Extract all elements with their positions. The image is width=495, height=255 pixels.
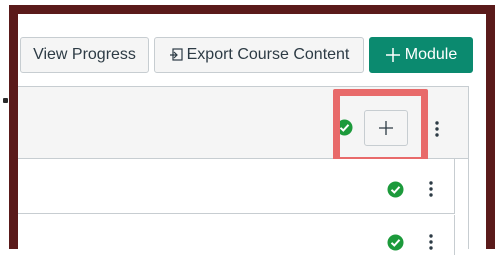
- view-progress-label: View Progress: [33, 46, 136, 63]
- frame-border-top: [9, 5, 495, 14]
- cursor-marker: [3, 98, 8, 103]
- export-course-content-button[interactable]: Export Course Content: [154, 37, 364, 73]
- add-module-button[interactable]: Module: [369, 37, 473, 73]
- kebab-icon[interactable]: [429, 181, 433, 197]
- highlight-annotation: [333, 89, 428, 164]
- module-item-row[interactable]: [18, 159, 455, 214]
- screenshot-frame: View Progress Export Course Content Modu…: [0, 0, 495, 255]
- kebab-icon[interactable]: [429, 234, 433, 250]
- export-icon: [169, 47, 183, 63]
- check-circle-icon: [387, 234, 404, 251]
- check-circle-icon: [387, 181, 404, 198]
- add-module-label: Module: [404, 46, 458, 63]
- frame-border-right: [486, 5, 495, 249]
- plus-icon: [385, 47, 401, 63]
- view-progress-button[interactable]: View Progress: [20, 37, 149, 73]
- frame-border-left: [9, 5, 18, 249]
- kebab-icon[interactable]: [435, 121, 439, 137]
- module-item-row[interactable]: [18, 215, 455, 255]
- export-label: Export Course Content: [186, 46, 350, 63]
